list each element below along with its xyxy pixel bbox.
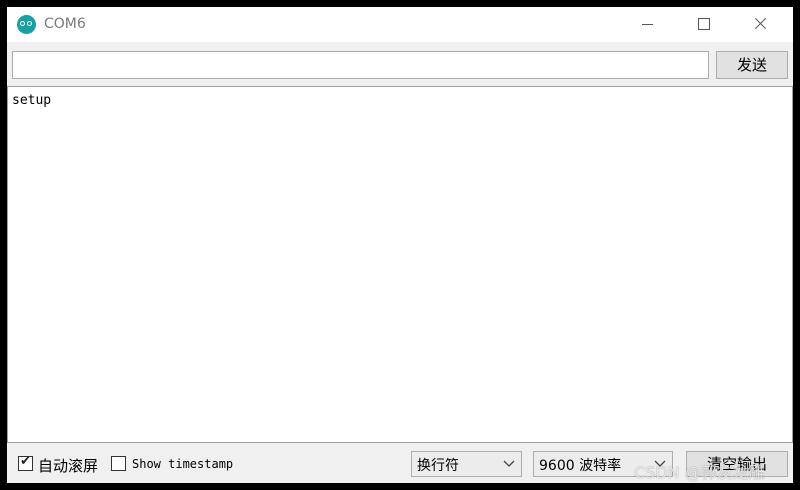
checkmark-icon: ✔ <box>20 454 31 469</box>
send-input[interactable] <box>12 51 709 79</box>
serial-monitor-window: COM6 发送 setup ✔ 自动滚屏 Show timestamp 换行符 … <box>7 7 793 483</box>
minimize-icon[interactable] <box>625 7 671 42</box>
window-title: COM6 <box>44 16 86 32</box>
close-icon[interactable] <box>737 7 783 42</box>
output-line: setup <box>12 93 52 108</box>
line-ending-value: 换行符 <box>417 458 459 474</box>
watermark: CSDN @郭友龙雕 <box>634 463 765 482</box>
autoscroll-label: 自动滚屏 <box>38 457 99 475</box>
serial-output[interactable]: setup <box>7 86 793 443</box>
title-bar[interactable]: COM6 <box>7 7 793 42</box>
show-timestamp-label: Show timestamp <box>132 457 234 471</box>
line-ending-select[interactable]: 换行符 <box>411 451 522 477</box>
baud-rate-value: 9600 波特率 <box>539 458 622 474</box>
show-timestamp-checkbox[interactable] <box>111 456 126 471</box>
arduino-logo-icon <box>17 15 36 34</box>
autoscroll-checkbox[interactable]: ✔ <box>18 454 33 471</box>
maximize-icon[interactable] <box>681 7 727 42</box>
send-button[interactable]: 发送 <box>716 51 788 79</box>
chevron-down-icon <box>503 460 515 467</box>
